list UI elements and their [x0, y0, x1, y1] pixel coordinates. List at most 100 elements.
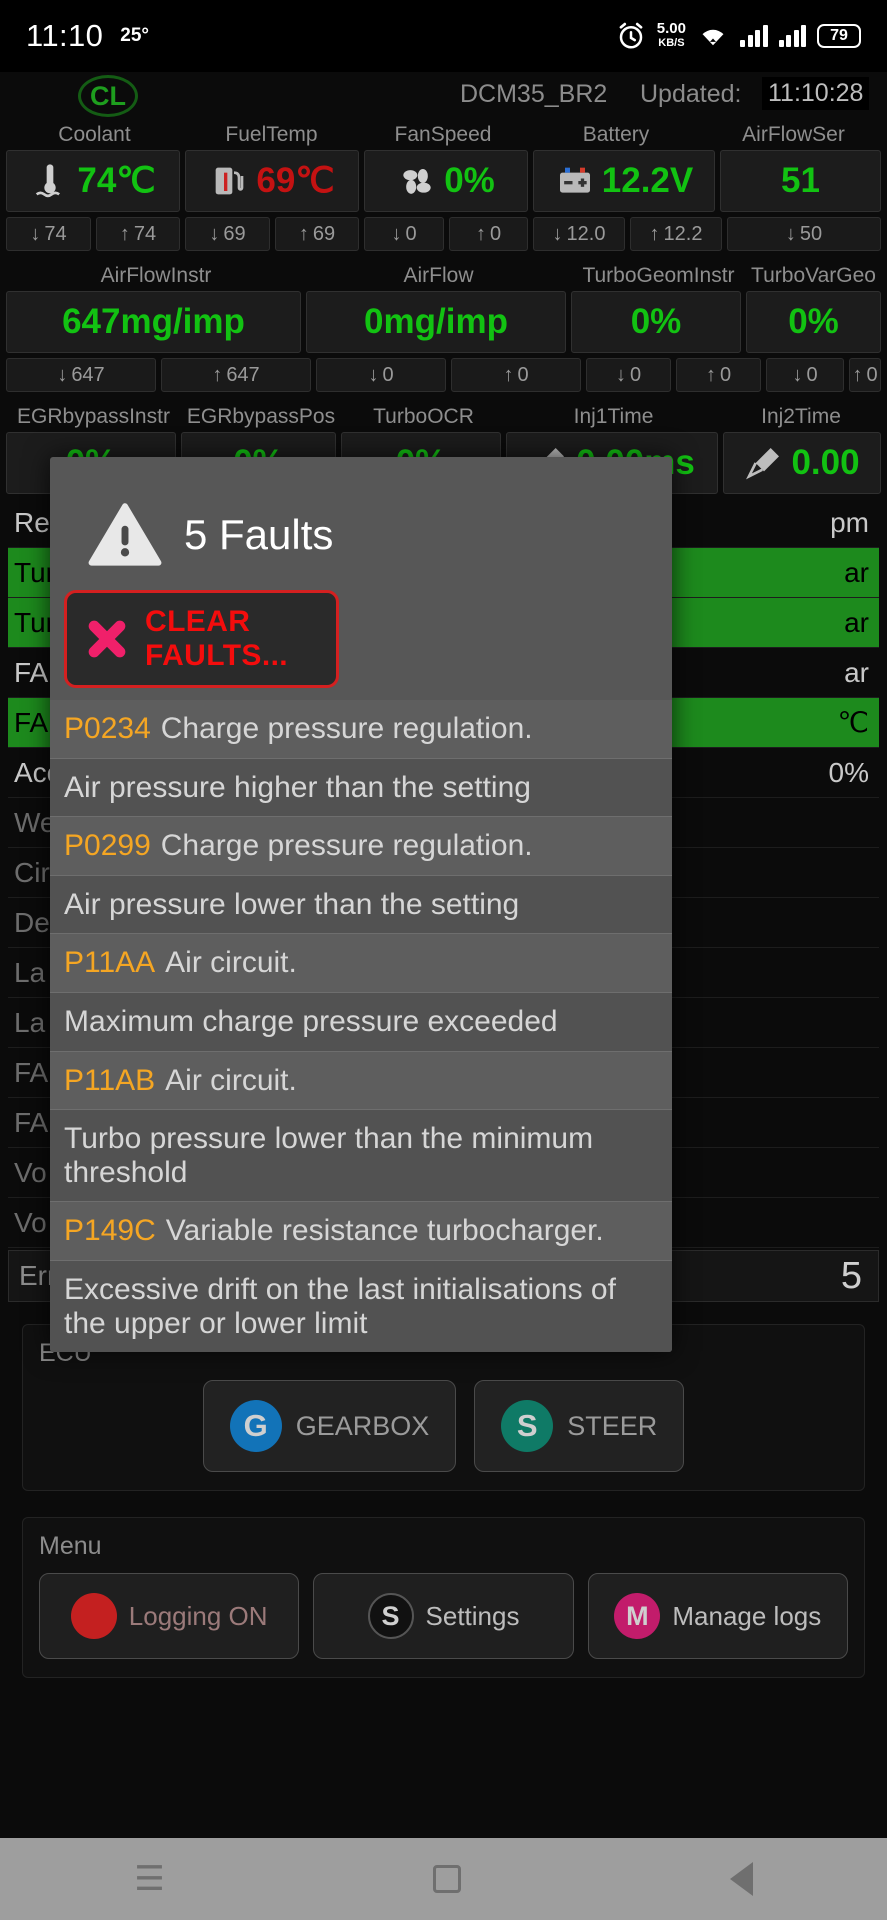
fault-row-detail[interactable]: Excessive drift on the last initialisati… — [50, 1260, 672, 1353]
hamburger-menu-icon[interactable]: ☰ — [134, 1859, 164, 1899]
fault-title: Air circuit. — [165, 1063, 297, 1097]
gauge-label-turbogeominstr: TurboGeomInstr — [582, 264, 735, 287]
fault-row-code[interactable]: P0299 Charge pressure regulation. — [50, 817, 672, 876]
logging-button[interactable]: Logging ON — [39, 1573, 300, 1659]
fault-detail: Excessive drift on the last initialisati… — [64, 1272, 616, 1340]
minmax-max-fanspeed: ↑ 0 — [449, 217, 528, 251]
fault-row-code[interactable]: P0234 Charge pressure regulation. — [50, 700, 672, 759]
param-key: Cir — [14, 856, 50, 888]
gauge-label-turboocr: TurboOCR — [373, 405, 474, 428]
fault-list[interactable]: P0234 Charge pressure regulation. Air pre… — [50, 700, 672, 1353]
minmax-max-airflow: ↑ 0 — [451, 358, 581, 392]
gearbox-button[interactable]: G GEARBOX — [202, 1380, 457, 1472]
gauge-inj2time[interactable]: 0.00 — [723, 432, 881, 494]
param-key: We — [14, 806, 56, 838]
settings-button[interactable]: S Settings — [313, 1573, 574, 1659]
faults-dialog-title: 5 Faults — [184, 511, 334, 558]
network-speed-value: 5.00 — [656, 20, 686, 37]
fault-code: P0234 — [64, 712, 151, 745]
battery-icon — [559, 167, 590, 193]
fuel-pump-icon — [216, 167, 244, 195]
param-key: FAI — [14, 1056, 57, 1088]
minmax-max-coolant: ↑ 74 — [96, 217, 180, 251]
fault-detail: Air pressure higher than the setting — [64, 770, 531, 804]
gauge-fueltemp[interactable]: 69℃ — [185, 150, 359, 212]
gauge-airflowinstr[interactable]: 647mg/imp — [6, 291, 301, 353]
fault-code: P0299 — [64, 829, 151, 863]
status-temperature: 25° — [120, 25, 150, 46]
gauge-turbovargeo[interactable]: 0% — [746, 291, 881, 353]
settings-button-label: Settings — [425, 1600, 520, 1631]
minmax-min-airflowser: ↓ 50 — [727, 217, 881, 251]
minmax-min-turbogeominstr: ↓ 0 — [586, 358, 671, 392]
ecu-name-label: DCM35_BR2 — [460, 80, 608, 108]
menu-panel-title: Menu — [39, 1532, 102, 1560]
status-icons: 5.00 KB/S 79 — [616, 21, 861, 51]
gauge-fanspeed[interactable]: 0% — [364, 150, 528, 212]
gauge-label-airflowser: AirFlowSer — [742, 123, 845, 146]
fault-detail: Turbo pressure lower than the minimum th… — [64, 1122, 594, 1189]
app-content: CL DCM35_BR2 Updated: 11:10:28 Coolant F… — [0, 72, 887, 1838]
clear-faults-button[interactable]: CLEAR FAULTS... — [64, 590, 339, 688]
thermometer-coolant-icon — [36, 164, 61, 198]
fault-title: Variable resistance turbocharger. — [165, 1214, 604, 1248]
minmax-min-airflowinstr: ↓ 647 — [6, 358, 156, 392]
param-value: pm — [830, 506, 869, 538]
param-key: FAI — [14, 706, 57, 738]
gearbox-button-label: GEARBOX — [295, 1410, 430, 1441]
network-speed-unit: KB/S — [658, 37, 685, 49]
fault-row-detail[interactable]: Turbo pressure lower than the minimum th… — [50, 1110, 672, 1203]
fault-row-code[interactable]: P11AA Air circuit. — [50, 934, 672, 993]
minmax-max-battery: ↑ 12.2 — [630, 217, 722, 251]
gauge-turbogeominstr[interactable]: 0% — [571, 291, 741, 353]
steer-button[interactable]: S STEER — [474, 1380, 685, 1472]
battery-indicator: 79 — [817, 24, 861, 48]
gauge-label-inj1time: Inj1Time — [573, 405, 654, 428]
status-time: 11:10 — [26, 18, 104, 53]
app-header: CL DCM35_BR2 Updated: 11:10:28 — [0, 72, 887, 120]
settings-s-icon: S — [367, 1593, 414, 1639]
gauge-row-1: Coolant FuelTemp FanSpeed Battery AirFlo… — [0, 120, 887, 251]
gauge-airflowser[interactable]: 51 — [720, 150, 881, 212]
param-value: 0% — [828, 756, 869, 788]
minmax-min-fanspeed: ↓ 0 — [364, 217, 444, 251]
param-key: Tur — [14, 606, 55, 638]
param-value: ar — [844, 556, 869, 588]
gauge-airflow-value: 0mg/imp — [364, 302, 508, 341]
fault-row-detail[interactable]: Air pressure lower than the setting — [50, 875, 672, 935]
fault-code: P11AB — [64, 1063, 156, 1097]
fault-row-detail[interactable]: Air pressure higher than the setting — [50, 758, 672, 818]
manage-logs-button[interactable]: M Manage logs — [587, 1573, 848, 1659]
gauge-row-1-values: 74℃ 69℃ 0% 12.2V 51 — [6, 150, 881, 212]
gauge-row-3-labels: EGRbypassInstr EGRbypassPos TurboOCR Inj… — [6, 402, 881, 432]
fault-title: Air circuit. — [165, 946, 297, 980]
param-key: Tur — [14, 556, 55, 588]
param-value: ℃ — [837, 707, 869, 738]
faults-dialog: 5 Faults CLEAR FAULTS... P0234 Charge pre… — [50, 457, 672, 1353]
minmax-max-turbogeominstr: ↑ 0 — [676, 358, 761, 392]
error-count: 5 — [840, 1254, 862, 1297]
gauge-airflow[interactable]: 0mg/imp — [306, 291, 566, 353]
gauge-inj2time-value: 0.00 — [791, 443, 860, 482]
param-key: FAI — [14, 656, 57, 688]
fault-row-detail[interactable]: Maximum charge pressure exceeded — [50, 992, 672, 1052]
gauge-label-egrbypassinstr: EGRbypassInstr — [17, 405, 170, 428]
gauge-coolant[interactable]: 74℃ — [6, 150, 180, 212]
network-speed: 5.00 KB/S — [657, 21, 686, 51]
cl-badge[interactable]: CL — [78, 75, 138, 117]
param-value: ar — [844, 606, 869, 638]
fault-detail: Air pressure lower than the setting — [64, 887, 520, 921]
fault-row-code[interactable]: P11AB Air circuit. — [50, 1051, 672, 1111]
back-triangle-icon[interactable] — [729, 1862, 753, 1896]
minmax-min-turbovargeo: ↓ 0 — [766, 358, 844, 392]
gauge-airflowinstr-value: 647mg/imp — [62, 302, 245, 341]
gauge-battery[interactable]: 12.2V — [533, 150, 715, 212]
gauge-row-2-minmax: ↓ 647 ↑ 647 ↓ 0 ↑ 0 ↓ 0 ↑ 0 ↓ 0 ↑ 0 — [6, 358, 881, 392]
injector-icon — [746, 448, 780, 480]
fan-icon — [403, 169, 431, 194]
home-square-icon[interactable] — [433, 1865, 462, 1893]
gauge-row-1-labels: Coolant FuelTemp FanSpeed Battery AirFlo… — [6, 120, 881, 150]
minmax-min-airflow: ↓ 0 — [316, 358, 446, 392]
gauge-label-fanspeed: FanSpeed — [394, 123, 492, 146]
fault-row-code[interactable]: P149C Variable resistance turbocharger. — [50, 1202, 672, 1261]
